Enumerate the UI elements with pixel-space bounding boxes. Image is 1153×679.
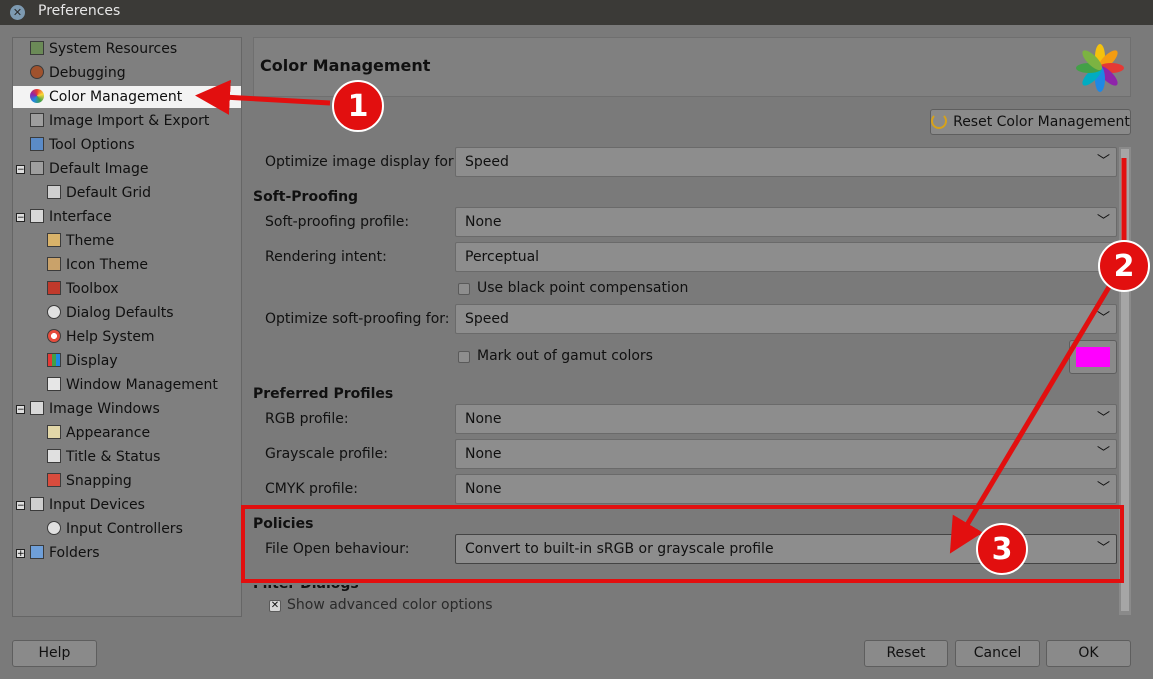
callout-badge-2: 2: [1098, 240, 1150, 292]
annotation-overlay: [195, 79, 1127, 583]
callout-badge-3: 3: [976, 523, 1028, 575]
callout-arrow-1: [195, 79, 331, 115]
callout-badge-1: 1: [332, 80, 384, 132]
